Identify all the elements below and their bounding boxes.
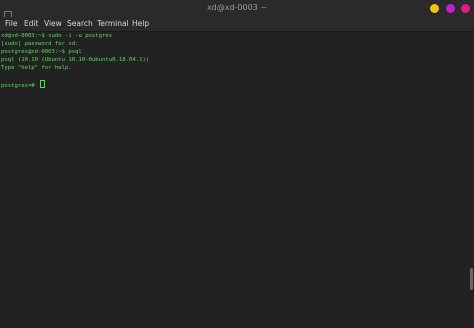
menu-help[interactable]: Help bbox=[132, 19, 149, 28]
menu-file[interactable]: File bbox=[5, 19, 18, 28]
menu-edit[interactable]: Edit bbox=[24, 19, 39, 28]
terminal-line: xd@xd-0003:~$ sudo -i -u postgres bbox=[1, 33, 113, 39]
close-icon[interactable] bbox=[461, 4, 470, 13]
terminal-line: [sudo] password for xd: bbox=[1, 41, 79, 47]
terminal-window: xd@xd-0003 ~ File Edit View Search Termi… bbox=[0, 0, 474, 328]
maximize-icon[interactable] bbox=[446, 4, 455, 13]
terminal-line: Type "help" for help. bbox=[1, 65, 72, 71]
terminal-prompt: postgres=# bbox=[1, 83, 39, 89]
menu-bar: File Edit View Search Terminal Help bbox=[0, 17, 474, 32]
menu-terminal[interactable]: Terminal bbox=[97, 19, 129, 28]
terminal-output[interactable]: xd@xd-0003:~$ sudo -i -u postgres [sudo]… bbox=[0, 32, 474, 328]
scrollbar-thumb[interactable] bbox=[470, 268, 473, 290]
terminal-line: psql (10.10 (Ubuntu 10.10-0ubuntu0.18.04… bbox=[1, 57, 150, 63]
menu-search[interactable]: Search bbox=[67, 19, 93, 28]
window-title: xd@xd-0003 ~ bbox=[206, 3, 268, 12]
title-bar[interactable]: xd@xd-0003 ~ bbox=[0, 0, 474, 19]
minimize-icon[interactable] bbox=[430, 4, 439, 13]
terminal-line: postgres@xd-0003:~$ psql bbox=[1, 49, 82, 55]
terminal-prompt-line: postgres=# bbox=[1, 80, 46, 90]
menu-view[interactable]: View bbox=[44, 19, 62, 28]
text-cursor bbox=[40, 80, 46, 88]
